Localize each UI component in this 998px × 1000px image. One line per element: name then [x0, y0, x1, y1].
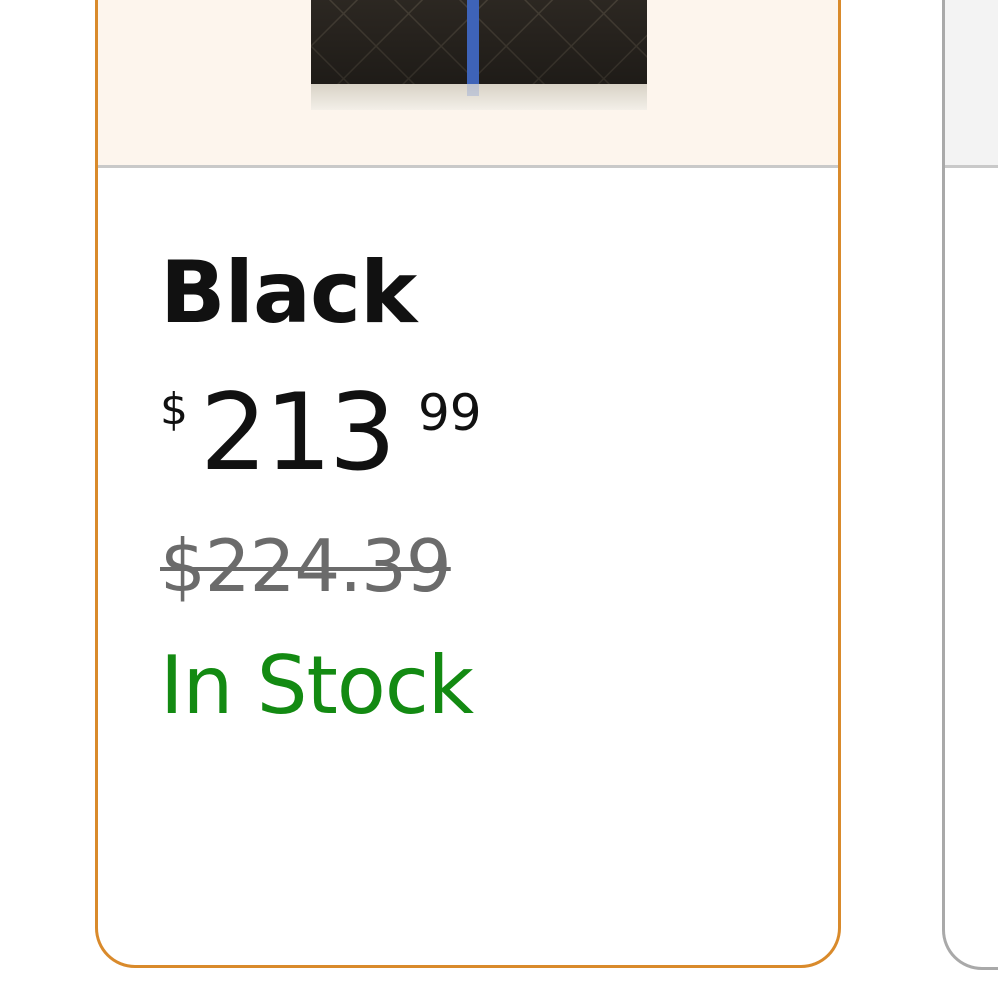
list-price-strikethrough: $224.39 — [160, 524, 452, 608]
color-swatch-carousel: Black $ 213 99 $224.39 In Stock — [0, 0, 998, 1000]
price-whole: 213 — [200, 371, 396, 494]
price-currency-symbol: $ — [160, 384, 188, 435]
swatch-details: Black $ 213 99 $224.39 In Stock — [160, 250, 818, 726]
swatch-image-area — [98, 0, 838, 168]
product-thumbnail-icon — [311, 0, 647, 110]
color-swatch-black[interactable]: Black $ 213 99 $224.39 In Stock — [95, 0, 841, 968]
price: $ 213 99 — [160, 380, 818, 490]
color-swatch-next[interactable] — [942, 0, 998, 970]
availability-status: In Stock — [160, 639, 474, 732]
color-name: Black — [160, 243, 417, 343]
swatch-image-area — [945, 0, 998, 168]
price-fraction: 99 — [418, 384, 482, 442]
